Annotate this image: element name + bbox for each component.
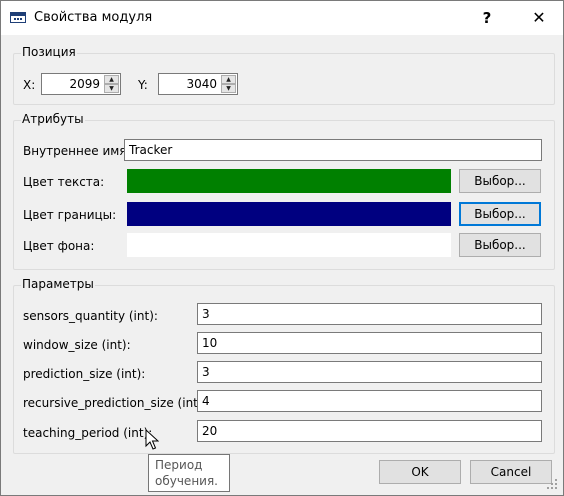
parameters-group-title: Параметры bbox=[21, 277, 95, 291]
parameter-tooltip: Период обучения. bbox=[148, 454, 230, 492]
choose-border-color-button[interactable]: Выбор... bbox=[459, 202, 541, 226]
text-color-swatch bbox=[127, 169, 451, 193]
param-input-sensors-quantity[interactable]: 3 bbox=[197, 303, 542, 325]
x-label: X: bbox=[23, 78, 36, 92]
y-spinbox[interactable]: 3040 ▲ ▼ bbox=[158, 73, 238, 95]
internal-name-input[interactable]: Tracker bbox=[124, 139, 542, 161]
y-spin-buttons[interactable]: ▲ ▼ bbox=[221, 75, 236, 93]
param-input-window-size[interactable]: 10 bbox=[197, 332, 542, 354]
x-spin-buttons[interactable]: ▲ ▼ bbox=[104, 75, 119, 93]
x-spin-up-icon[interactable]: ▲ bbox=[104, 75, 119, 84]
param-label-recursive-prediction-size: recursive_prediction_size (int): bbox=[23, 396, 207, 410]
attributes-group-title: Атрибуты bbox=[21, 112, 85, 126]
y-value: 3040 bbox=[186, 77, 217, 91]
border-color-label: Цвет границы: bbox=[23, 208, 117, 222]
tooltip-line-1: Период bbox=[155, 458, 203, 472]
choose-text-color-button[interactable]: Выбор... bbox=[459, 169, 541, 193]
close-button[interactable]: ✕ bbox=[524, 6, 554, 30]
mouse-pointer-icon bbox=[145, 429, 159, 450]
param-label-teaching-period: teaching_period (int): bbox=[23, 426, 153, 440]
cancel-button[interactable]: Cancel bbox=[470, 460, 552, 484]
y-spin-down-icon[interactable]: ▼ bbox=[221, 84, 236, 93]
module-properties-dialog: Свойства модуля ? ✕ Позиция X: 2099 ▲ ▼ … bbox=[0, 0, 564, 496]
app-window-icon bbox=[10, 12, 26, 23]
ok-button[interactable]: OK bbox=[379, 460, 461, 484]
position-group-title: Позиция bbox=[21, 45, 77, 59]
y-label: Y: bbox=[138, 78, 148, 92]
dialog-title: Свойства модуля bbox=[34, 10, 153, 25]
param-input-teaching-period[interactable]: 20 bbox=[197, 420, 542, 442]
param-input-recursive-prediction-size[interactable]: 4 bbox=[197, 390, 542, 412]
param-label-window-size: window_size (int): bbox=[23, 338, 131, 352]
param-input-prediction-size[interactable]: 3 bbox=[197, 361, 542, 383]
internal-name-label: Внутреннее имя: bbox=[23, 144, 131, 158]
param-label-prediction-size: prediction_size (int): bbox=[23, 367, 146, 381]
bg-color-label: Цвет фона: bbox=[23, 239, 95, 253]
y-spin-up-icon[interactable]: ▲ bbox=[221, 75, 236, 84]
border-color-swatch bbox=[127, 202, 451, 226]
tooltip-line-2: обучения. bbox=[155, 474, 218, 488]
resize-grip-icon[interactable] bbox=[545, 477, 559, 491]
choose-bg-color-button[interactable]: Выбор... bbox=[459, 233, 541, 257]
x-spinbox[interactable]: 2099 ▲ ▼ bbox=[41, 73, 121, 95]
x-spin-down-icon[interactable]: ▼ bbox=[104, 84, 119, 93]
help-button[interactable]: ? bbox=[473, 6, 501, 30]
param-label-sensors-quantity: sensors_quantity (int): bbox=[23, 309, 158, 323]
x-value: 2099 bbox=[69, 77, 100, 91]
title-bar[interactable]: Свойства модуля ? ✕ bbox=[1, 1, 563, 35]
bg-color-swatch bbox=[127, 233, 451, 257]
text-color-label: Цвет текста: bbox=[23, 175, 105, 189]
